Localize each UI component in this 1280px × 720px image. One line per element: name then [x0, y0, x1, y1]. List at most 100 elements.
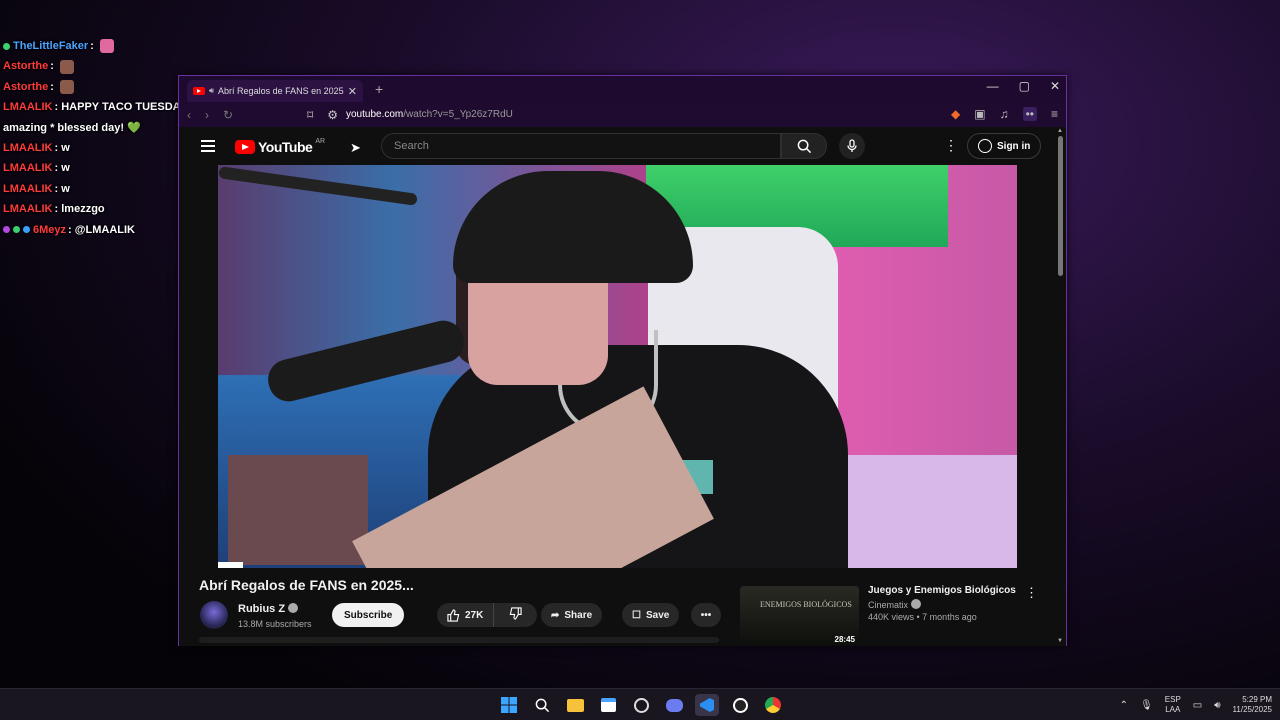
browser-tab[interactable]: 🔊︎ Abrí Regalos de FANS en 2025 ✕ [187, 80, 363, 102]
chat-text: w [61, 142, 70, 155]
speaker-icon[interactable]: 🔊︎ [209, 86, 214, 96]
scrollbar-thumb[interactable] [1058, 136, 1063, 276]
chat-message: Astorthe: [3, 56, 313, 76]
openai-app-icon[interactable] [629, 694, 653, 716]
sidebar-icon[interactable]: ▣ [974, 107, 985, 121]
chat-username[interactable]: LMAALIK [3, 101, 53, 113]
scroll-up-icon[interactable]: ▲ [1057, 128, 1063, 134]
menu-icon[interactable]: ≡ [1051, 107, 1058, 121]
voice-search-button[interactable] [839, 133, 865, 159]
url-field[interactable]: youtube.com/watch?v=5_Yp26z7RdU [346, 109, 513, 120]
file-explorer-icon[interactable] [563, 694, 587, 716]
tab-title: Abrí Regalos de FANS en 2025 [218, 86, 344, 96]
chat-emote-icon [59, 59, 74, 74]
share-button[interactable]: ➦ Share [541, 603, 603, 627]
microphone-icon [847, 139, 857, 152]
chat-username[interactable]: Astorthe [3, 60, 48, 72]
brave-shield-icon[interactable]: ◆ [951, 107, 960, 121]
chat-badge-icon [3, 42, 10, 50]
recommended-video-title[interactable]: Juegos y Enemigos Biológicos [868, 585, 1016, 596]
clock[interactable]: 5:29 PM 11/25/2025 [1233, 695, 1272, 715]
chat-text: w [61, 162, 70, 175]
new-tab-button[interactable]: + [375, 81, 383, 97]
chat-badge-icon [13, 226, 20, 234]
vscode-icon[interactable] [695, 694, 719, 716]
youtube-play-icon [235, 140, 255, 154]
chat-username[interactable]: 6Meyz [33, 224, 66, 236]
discord-icon[interactable] [662, 694, 686, 716]
bookmark-icon[interactable]: ⌑ [307, 108, 313, 122]
minimize-button[interactable]: — [987, 79, 999, 93]
recommended-video-meta: 440K views • 7 months ago [868, 612, 977, 622]
chat-username[interactable]: TheLittleFaker [13, 40, 88, 52]
reload-icon[interactable]: ↻ [223, 108, 233, 122]
more-actions-button[interactable]: ••• [691, 603, 721, 627]
chat-username[interactable]: Astorthe [3, 81, 48, 93]
video-title: Abrí Regalos de FANS en 2025... [199, 577, 414, 593]
search-icon [535, 698, 549, 712]
sign-in-button[interactable]: Sign in [967, 133, 1042, 159]
chrome-icon[interactable] [761, 694, 785, 716]
chat-username[interactable]: LMAALIK [3, 142, 53, 154]
obs-icon[interactable] [728, 694, 752, 716]
channel-name[interactable]: Rubius Z [238, 603, 299, 615]
subscribe-button[interactable]: Subscribe [332, 603, 405, 627]
youtube-favicon-icon [193, 87, 205, 95]
volume-icon[interactable]: 🔊︎ [1214, 700, 1220, 711]
page-scrollbar[interactable]: ▲ ▼ [1055, 128, 1066, 646]
video-duration: 28:45 [834, 635, 855, 644]
maximize-button[interactable]: ▢ [1019, 79, 1030, 93]
back-icon[interactable]: ‹ [187, 108, 191, 122]
wallet-icon[interactable]: •• [1022, 107, 1037, 121]
save-button[interactable]: ☐ Save [622, 603, 680, 627]
media-icon[interactable]: ♫ [1000, 107, 1009, 121]
share-icon: ➦ [551, 609, 560, 621]
search-button[interactable] [781, 133, 827, 159]
thumbs-down-icon [510, 607, 522, 620]
like-button[interactable]: 27K [437, 603, 495, 627]
verified-icon [288, 603, 299, 613]
forward-icon[interactable]: › [205, 108, 209, 122]
address-bar: ‹ › ↻ ⌑ ⚙ youtube.com/watch?v=5_Yp26z7Rd… [179, 102, 1066, 127]
chat-text: w [61, 182, 70, 195]
start-button[interactable] [497, 694, 521, 716]
chat-badge-icon [23, 226, 30, 234]
thumbs-up-icon [447, 608, 460, 622]
site-settings-icon[interactable]: ⚙ [327, 108, 338, 122]
chat-emote-icon [99, 39, 114, 54]
verified-icon [911, 599, 922, 609]
save-playlist-icon: ☐ [632, 609, 641, 621]
network-icon[interactable]: ▭ [1193, 700, 1202, 711]
windows-logo-icon [501, 697, 517, 713]
chat-badge-icon [3, 226, 10, 234]
dislike-button[interactable] [499, 607, 532, 623]
show-hidden-icons-icon[interactable]: ⌃ [1120, 700, 1128, 711]
recommended-more-icon[interactable]: ⋮ [1025, 585, 1038, 601]
language-indicator[interactable]: ESP LAA [1165, 695, 1181, 715]
recommended-video-thumbnail[interactable]: ENEMIGOS BIOLÓGICOS 28:45 [740, 586, 859, 646]
chat-username[interactable]: LMAALIK [3, 203, 53, 215]
video-player[interactable] [218, 165, 1017, 568]
channel-avatar[interactable] [200, 601, 228, 629]
chat-username[interactable]: LMAALIK [3, 183, 53, 195]
microphone-tray-icon[interactable]: 🎙︎ [1140, 700, 1153, 711]
scroll-down-icon[interactable]: ▼ [1057, 638, 1063, 644]
chat-text: lmezzgo [61, 203, 105, 216]
chat-text: @LMAALIK [74, 223, 135, 236]
search-input[interactable]: Search [381, 133, 781, 159]
description-box[interactable] [199, 637, 719, 643]
chat-username[interactable]: LMAALIK [3, 162, 53, 174]
tab-bar: 🔊︎ Abrí Regalos de FANS en 2025 ✕ + — ▢ … [179, 76, 1066, 102]
hamburger-menu-icon[interactable] [201, 140, 215, 155]
close-window-button[interactable]: ✕ [1050, 79, 1060, 93]
settings-kebab-icon[interactable]: ⋮ [944, 137, 958, 154]
youtube-page: YouTube AR ➤ Search ⋮ Sign in Abrí Regal… [179, 128, 1055, 646]
youtube-logo[interactable]: YouTube AR [235, 138, 325, 155]
tab-close-icon[interactable]: ✕ [348, 85, 357, 98]
chat-message: TheLittleFaker: [3, 36, 313, 56]
taskbar-search-button[interactable] [530, 694, 554, 716]
microsoft-store-icon[interactable] [596, 694, 620, 716]
browser-window: 🔊︎ Abrí Regalos de FANS en 2025 ✕ + — ▢ … [178, 75, 1067, 646]
recommended-channel-name[interactable]: Cinematix [868, 599, 922, 610]
mouse-cursor-icon: ➤ [350, 140, 361, 155]
